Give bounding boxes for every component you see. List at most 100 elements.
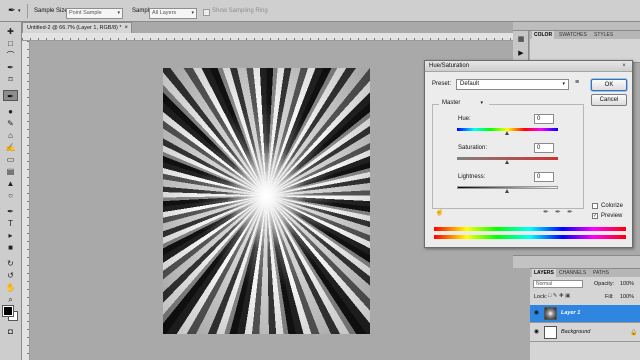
add-to-sample-icon[interactable]: ✒: [555, 209, 561, 216]
tab-paths[interactable]: PATHS: [591, 269, 611, 277]
image-canvas[interactable]: [163, 68, 370, 334]
layer-row-background[interactable]: ◉ Background 🔒: [530, 324, 640, 342]
saturation-label: Saturation:: [458, 145, 488, 151]
tab-channels[interactable]: CHANNELS: [557, 269, 588, 277]
colorize-checkbox[interactable]: [592, 203, 598, 209]
3d-orbit-tool-icon[interactable]: ↺: [3, 270, 18, 281]
move-tool-icon[interactable]: ✚: [3, 26, 18, 37]
marquee-tool-icon[interactable]: □: [3, 38, 18, 49]
saturation-input[interactable]: 0: [534, 143, 554, 153]
preset-label: Preset:: [432, 81, 452, 87]
close-icon[interactable]: ×: [124, 23, 128, 33]
adjustments-panel-strip: [513, 255, 640, 268]
layer-thumbnail: [544, 307, 557, 320]
pen-tool-icon[interactable]: ✒: [3, 206, 18, 217]
lightness-slider-thumb[interactable]: [505, 189, 509, 193]
channel-select[interactable]: Master ▾: [439, 99, 489, 109]
fill-value[interactable]: 100%: [620, 294, 634, 300]
eraser-tool-icon[interactable]: ▭: [3, 154, 18, 165]
preview-checkbox[interactable]: ✓: [592, 213, 598, 219]
dodge-tool-icon[interactable]: ○: [3, 190, 18, 201]
tab-color[interactable]: COLOR: [532, 31, 555, 39]
preset-value: Default: [460, 81, 480, 87]
visibility-eye-icon[interactable]: ◉: [533, 329, 540, 336]
foreground-color-swatch[interactable]: [2, 305, 14, 317]
hue-label: Hue:: [458, 116, 471, 122]
hue-saturation-dialog: Hue/Saturation × Preset: Default ▾ ≡ OK …: [424, 60, 633, 248]
sample-size-select[interactable]: Point Sample ▾: [66, 8, 123, 19]
show-sampling-ring-label: Show Sampling Ring: [212, 8, 268, 14]
chevron-down-icon: ▾: [191, 10, 194, 16]
colorize-label: Colorize: [601, 203, 624, 209]
hue-slider-thumb[interactable]: [505, 131, 509, 135]
actions-panel-icon[interactable]: ▶: [516, 49, 526, 58]
tab-swatches[interactable]: SWATCHES: [557, 31, 589, 39]
subtract-from-sample-icon[interactable]: ✒: [567, 209, 573, 216]
layers-panel-tabs: LAYERS CHANNELS PATHS: [530, 269, 640, 277]
ok-button[interactable]: OK: [591, 79, 627, 91]
crop-tool-icon[interactable]: ⌑: [3, 74, 18, 85]
dialog-title: Hue/Saturation: [425, 61, 632, 72]
clone-stamp-tool-icon[interactable]: ⌂: [3, 130, 18, 141]
fill-label: Fill:: [605, 294, 614, 300]
vertical-ruler: [22, 41, 30, 360]
options-bar: ✒ ▾ Sample Size: Point Sample ▾ Sample: …: [0, 0, 640, 22]
healing-brush-tool-icon[interactable]: ●: [3, 106, 18, 117]
visibility-eye-icon[interactable]: ◉: [533, 310, 540, 317]
opacity-value[interactable]: 100%: [620, 281, 634, 287]
hue-input[interactable]: 0: [534, 114, 554, 124]
lightness-input[interactable]: 0: [534, 172, 554, 182]
show-sampling-ring-checkbox[interactable]: [203, 9, 210, 16]
eyedropper-tool-icon[interactable]: ✒: [3, 90, 18, 101]
result-spectrum-bar: [434, 235, 626, 239]
history-panel-icon[interactable]: ▦: [516, 35, 526, 44]
color-panel: COLOR SWATCHES STYLES: [530, 31, 640, 63]
type-tool-icon[interactable]: T: [3, 218, 18, 229]
tool-preset-dropdown[interactable]: ▾: [18, 8, 21, 14]
lock-icon: 🔒: [630, 330, 638, 336]
blur-tool-icon[interactable]: ▲: [3, 178, 18, 189]
eyedropper-tool-icon[interactable]: ✒: [8, 6, 16, 15]
preset-select[interactable]: Default ▾: [456, 79, 569, 90]
saturation-slider-thumb[interactable]: [505, 160, 509, 164]
close-icon[interactable]: ×: [619, 62, 629, 71]
quick-mask-icon[interactable]: ◘: [3, 326, 18, 337]
layer-row-layer-1[interactable]: ◉ Layer 1: [530, 305, 640, 323]
eyedropper-icon[interactable]: ✒: [543, 209, 549, 216]
history-brush-tool-icon[interactable]: ✍: [3, 142, 18, 153]
3d-rotate-tool-icon[interactable]: ↻: [3, 258, 18, 269]
sample-select[interactable]: All Layers ▾: [149, 8, 197, 19]
layer-name: Layer 1: [561, 310, 581, 316]
sample-size-value: Point Sample: [69, 10, 102, 16]
quick-selection-tool-icon[interactable]: ✒: [3, 62, 18, 73]
document-title: Untitled-2 @ 66.7% (Layer 1, RGB/8) *: [27, 25, 122, 31]
chevron-down-icon: ▾: [480, 100, 483, 106]
opacity-label: Opacity:: [594, 281, 615, 287]
tab-layers[interactable]: LAYERS: [532, 269, 556, 277]
sample-value: All Layers: [152, 10, 177, 16]
shape-tool-icon[interactable]: ■: [3, 242, 18, 253]
targeted-adjustment-icon[interactable]: ☝: [435, 209, 444, 216]
layers-panel: LAYERS CHANNELS PATHS Normal Opacity: 10…: [530, 268, 640, 360]
cancel-button[interactable]: Cancel: [591, 94, 627, 106]
tab-styles[interactable]: STYLES: [592, 31, 615, 39]
chevron-down-icon: ▾: [562, 81, 565, 87]
zoom-burst-image: [163, 68, 370, 334]
source-spectrum-bar: [434, 227, 626, 231]
document-tab[interactable]: Untitled-2 @ 66.7% (Layer 1, RGB/8) * ×: [22, 22, 132, 33]
preset-options-icon[interactable]: ≡: [575, 79, 579, 86]
channel-value: Master: [442, 100, 461, 106]
gradient-tool-icon[interactable]: ▤: [3, 166, 18, 177]
hand-tool-icon[interactable]: ✋: [3, 282, 18, 293]
lasso-tool-icon[interactable]: ⌒: [3, 50, 18, 61]
sample-size-label: Sample Size:: [34, 8, 70, 14]
lock-icons[interactable]: □ ✎ ✚ ▣: [548, 293, 570, 299]
panel-dock-header: [513, 22, 640, 31]
path-selection-tool-icon[interactable]: ▸: [3, 230, 18, 241]
zoom-tool-icon[interactable]: ⌕: [3, 294, 18, 305]
lightness-label: Lightness:: [458, 174, 486, 180]
brush-tool-icon[interactable]: ✎: [3, 118, 18, 129]
blend-mode-select[interactable]: Normal: [533, 280, 583, 288]
tools-panel: ✚ □ ⌒ ✒ ⌑ ✒ ● ✎ ⌂ ✍ ▭ ▤ ▲ ○ ✒ T ▸ ■ ↻ ↺ …: [0, 22, 22, 360]
color-panel-tabs: COLOR SWATCHES STYLES: [530, 31, 640, 39]
